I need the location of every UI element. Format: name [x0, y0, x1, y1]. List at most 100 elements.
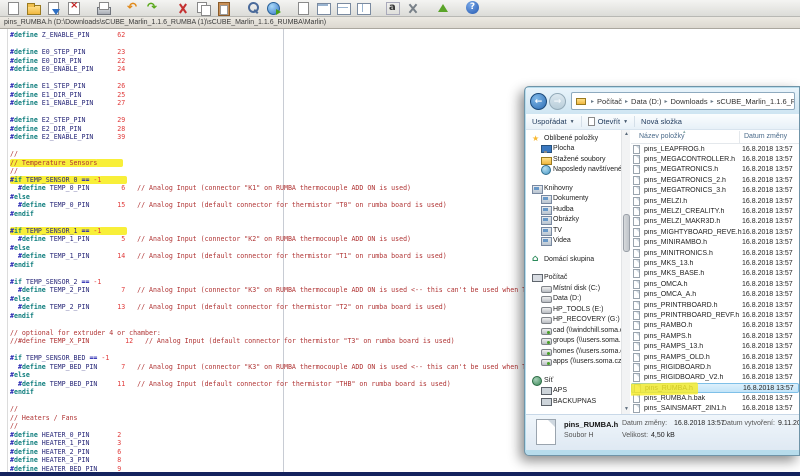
sidebar-item-cad-windchill-soma-cz[interactable]: cad (\\windchill.soma.cz)	[526, 325, 621, 336]
file-name: pins_MINIRAMBO.h	[644, 239, 742, 246]
file-row[interactable]: pins_PRINTRBOARD.h16.8.2018 13:57	[631, 300, 799, 310]
editor-gutter-line	[7, 29, 8, 472]
sidebar-item-homes-users-soma-cz[interactable]: homes (\\users.soma.cz)	[526, 346, 621, 357]
plugin-icon[interactable]	[435, 1, 451, 15]
font-icon[interactable]	[385, 1, 401, 15]
file-row[interactable]: pins_PRINTRBOARD_REVF.h16.8.2018 13:57	[631, 310, 799, 320]
netdrive-icon	[541, 357, 550, 366]
computer-icon	[532, 273, 541, 282]
file-row[interactable]: pins_MEGACONTROLLER.h16.8.2018 13:57	[631, 154, 799, 164]
paste-icon[interactable]	[215, 1, 231, 15]
file-row[interactable]: pins_MINITRONICS.h16.8.2018 13:57	[631, 248, 799, 258]
file-row[interactable]: pins_MEGATRONICS.h16.8.2018 13:57	[631, 165, 799, 175]
scrollbar-thumb[interactable]	[623, 214, 630, 252]
organize-menu[interactable]: Uspořádat ▼	[526, 114, 581, 129]
copy-icon[interactable]	[195, 1, 211, 15]
sidebar-item-sta-en-soubory[interactable]: Stažené soubory	[526, 154, 621, 165]
address-bar[interactable]: ▸Počítač▸Data (D:)▸Downloads▸sCUBE_Marli…	[571, 92, 795, 110]
sidebar-item-dom-c-skupina[interactable]: Domácí skupina	[526, 254, 621, 265]
file-row[interactable]: pins_RAMPS_OLD.h16.8.2018 13:57	[631, 352, 799, 362]
editor-tab-bar[interactable]: pins_RUMBA.h (D:\Downloads\sCUBE_Marlin_…	[0, 17, 800, 29]
new-document-icon[interactable]	[295, 1, 311, 15]
undo-icon[interactable]	[125, 1, 141, 15]
open-button[interactable]: Otevřít ▼	[582, 114, 634, 129]
breadcrumb-segment[interactable]: Počítač	[596, 97, 623, 106]
file-row[interactable]: pins_OMCA_A.h16.8.2018 13:57	[631, 289, 799, 299]
file-row[interactable]: pins_RUMBA.h16.8.2018 13:57	[631, 383, 799, 393]
file-name: pins_MELZI_CREALITY.h	[644, 208, 742, 215]
print-icon[interactable]	[95, 1, 111, 15]
file-row[interactable]: pins_MELZI_CREALITY.h16.8.2018 13:57	[631, 206, 799, 216]
sidebar-scrollbar[interactable]: ▲ ▼	[621, 130, 630, 414]
sidebar-item-backupnas[interactable]: BACKUPNAS	[526, 396, 621, 407]
find-icon[interactable]	[245, 1, 261, 15]
forward-button[interactable]: →	[549, 93, 566, 110]
save-file-icon[interactable]	[45, 1, 61, 15]
open-file-icon[interactable]	[25, 1, 41, 15]
file-row[interactable]: pins_MELZI_MAKR3D.h16.8.2018 13:57	[631, 217, 799, 227]
sidebar-item-naposledy-nav-t-ven[interactable]: Naposledy navštívené	[526, 165, 621, 176]
breadcrumb-segment[interactable]: sCUBE_Marlin_1.1.6_RUMBA (1)	[716, 97, 795, 106]
details-modified-value: 16.8.2018 13:57	[674, 420, 725, 427]
sidebar-item-tv[interactable]: TV	[526, 225, 621, 236]
file-row[interactable]: pins_MIGHTYBOARD_REVE.h16.8.2018 13:57	[631, 227, 799, 237]
sidebar-item-knihovny[interactable]: Knihovny	[526, 183, 621, 194]
window-layout-2-icon[interactable]	[335, 1, 351, 15]
file-row[interactable]: pins_MEGATRONICS_3.h16.8.2018 13:57	[631, 186, 799, 196]
file-row[interactable]: pins_MKS_BASE.h16.8.2018 13:57	[631, 269, 799, 279]
file-row[interactable]: pins_RIGIDBOARD.h16.8.2018 13:57	[631, 362, 799, 372]
sidebar-item-groups-users-soma-cz[interactable]: groups (\\users.soma.cz)	[526, 336, 621, 347]
file-row[interactable]: pins_MKS_13.h16.8.2018 13:57	[631, 258, 799, 268]
breadcrumb-separator-icon: ▸	[662, 98, 669, 105]
sidebar-item-hp-tools-e[interactable]: HP_TOOLS (E:)	[526, 304, 621, 315]
editor-tab-title[interactable]: pins_RUMBA.h (D:\Downloads\sCUBE_Marlin_…	[4, 19, 326, 26]
close-file-icon[interactable]	[65, 1, 81, 15]
window-layout-1-icon[interactable]	[315, 1, 331, 15]
file-page-icon	[633, 217, 640, 226]
organize-label: Uspořádat	[532, 117, 567, 126]
file-row[interactable]: pins_OMCA.h16.8.2018 13:57	[631, 279, 799, 289]
tools-icon[interactable]	[405, 1, 421, 15]
file-row[interactable]: pins_RAMPS_13.h16.8.2018 13:57	[631, 341, 799, 351]
sidebar-item-plocha[interactable]: Plocha	[526, 144, 621, 155]
sidebar-item-aps[interactable]: APS	[526, 386, 621, 397]
column-header-name[interactable]: Název položky	[639, 133, 685, 140]
column-header-date[interactable]: Datum změny	[744, 133, 787, 140]
sidebar-item-videa[interactable]: Videa	[526, 236, 621, 247]
file-row[interactable]: pins_MELZI.h16.8.2018 13:57	[631, 196, 799, 206]
scroll-up-icon[interactable]: ▲	[622, 130, 631, 139]
sidebar-item-apps-users-soma-cz-z[interactable]: apps (\\users.soma.cz) (Z	[526, 357, 621, 368]
sidebar-item-obr-zky[interactable]: Obrázky	[526, 215, 621, 226]
back-button[interactable]: ←	[530, 93, 547, 110]
desktop: pins_RUMBA.h (D:\Downloads\sCUBE_Marlin_…	[0, 0, 800, 476]
scroll-down-icon[interactable]: ▼	[622, 405, 631, 414]
window-layout-3-icon[interactable]	[355, 1, 371, 15]
redo-icon[interactable]	[145, 1, 161, 15]
sidebar-item-po-ta[interactable]: Počítač	[526, 273, 621, 284]
netdrive-icon	[541, 326, 550, 335]
web-preview-icon[interactable]	[265, 1, 281, 15]
file-row[interactable]: pins_SAINSMART_2IN1.h16.8.2018 13:57	[631, 404, 799, 414]
sidebar-item-s[interactable]: Síť	[526, 375, 621, 386]
file-row[interactable]: pins_LEAPFROG.h16.8.2018 13:57	[631, 144, 799, 154]
file-row[interactable]: pins_RAMBO.h16.8.2018 13:57	[631, 321, 799, 331]
sidebar-item-hp-recovery-g[interactable]: HP_RECOVERY (G:)	[526, 315, 621, 326]
file-row[interactable]: pins_MINIRAMBO.h16.8.2018 13:57	[631, 238, 799, 248]
sidebar-item-dokumenty[interactable]: Dokumenty	[526, 194, 621, 205]
editor-toolbar	[0, 0, 800, 17]
network-icon	[532, 376, 541, 385]
sidebar-item-obl-ben-polo-ky[interactable]: Oblíbené položky	[526, 133, 621, 144]
new-file-icon[interactable]	[5, 1, 21, 15]
help-icon[interactable]	[465, 1, 481, 15]
sidebar-item-hudba[interactable]: Hudba	[526, 204, 621, 215]
file-row[interactable]: pins_RIGIDBOARD_V2.h16.8.2018 13:57	[631, 373, 799, 383]
sidebar-item-m-stn-disk-c[interactable]: Místní disk (C:)	[526, 283, 621, 294]
file-row[interactable]: pins_RAMPS.h16.8.2018 13:57	[631, 331, 799, 341]
breadcrumb-segment[interactable]: Data (D:)	[630, 97, 662, 106]
breadcrumb-segment[interactable]: Downloads	[669, 97, 708, 106]
sidebar-item-data-d[interactable]: Data (D:)	[526, 294, 621, 305]
new-folder-button[interactable]: Nová složka	[635, 114, 688, 129]
file-name: pins_MEGATRONICS.h	[644, 166, 742, 173]
cut-icon[interactable]	[175, 1, 191, 15]
file-row[interactable]: pins_MEGATRONICS_2.h16.8.2018 13:57	[631, 175, 799, 185]
